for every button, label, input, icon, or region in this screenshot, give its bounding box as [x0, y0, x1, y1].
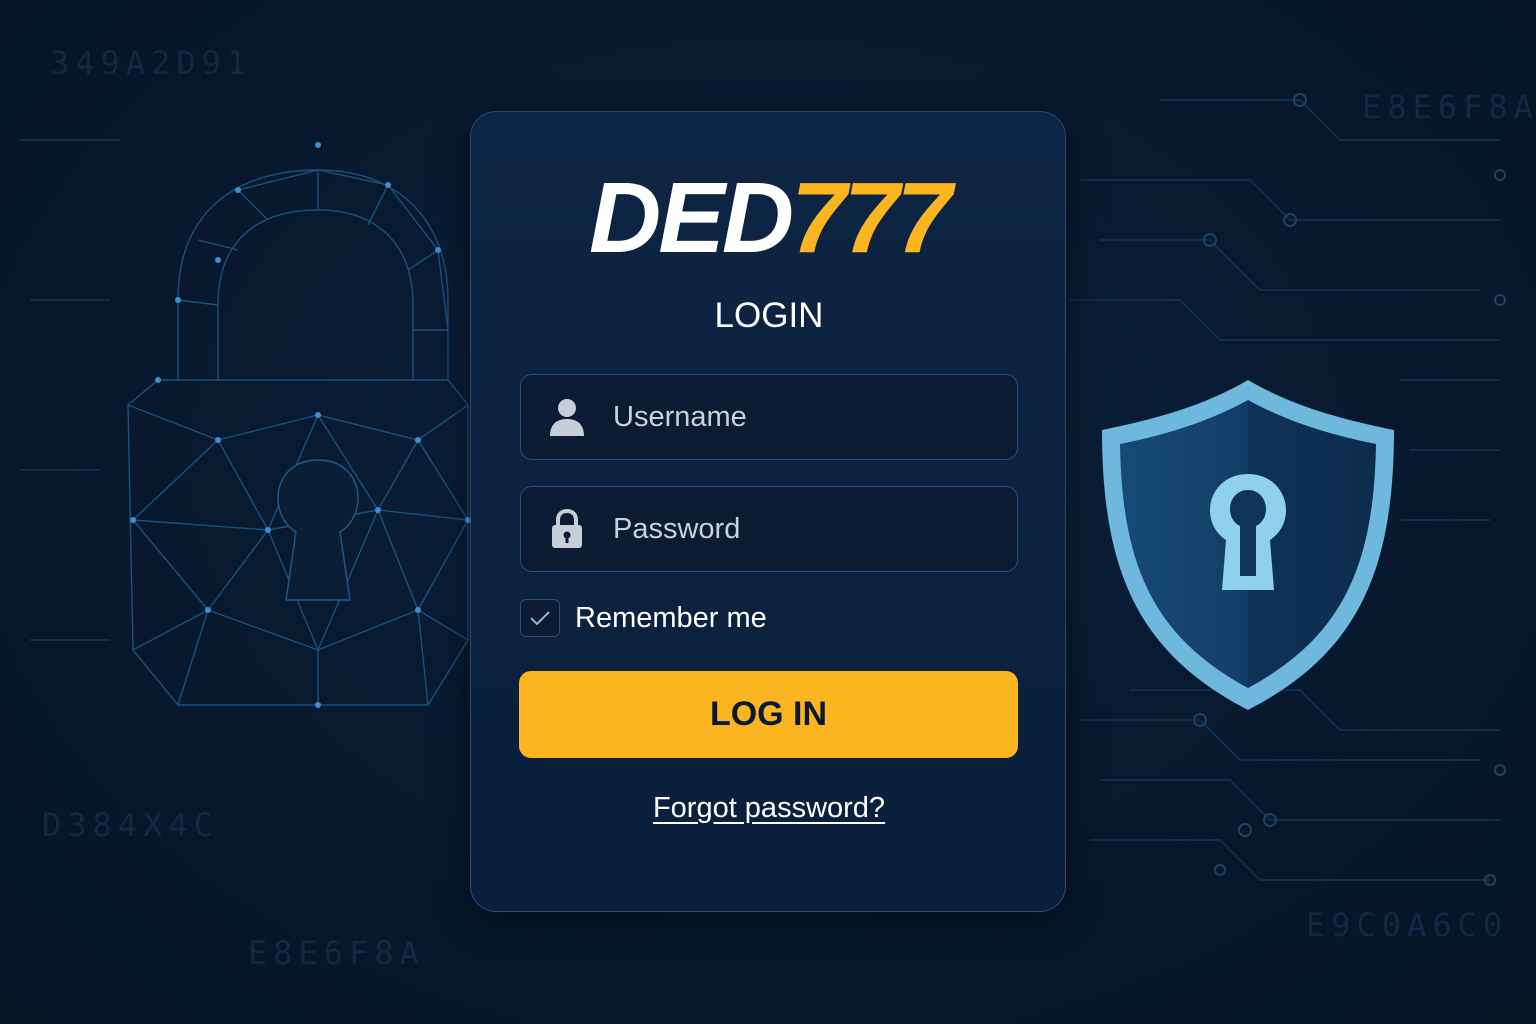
lock-icon — [552, 508, 582, 548]
background-code: E9C0A6C0 — [1306, 906, 1509, 944]
background-code: E8E6F8A — [1362, 88, 1536, 126]
forgot-password-link[interactable]: Forgot password? — [471, 792, 1067, 825]
background-code: 349A2D91 — [50, 44, 253, 82]
logo-text-yellow: 777 — [791, 162, 952, 274]
logo-text-white: DED — [589, 162, 794, 274]
brand-logo: DED777 — [471, 168, 1067, 268]
background-code: D384X4C — [42, 806, 219, 844]
password-input[interactable] — [613, 487, 1003, 571]
remember-me: Remember me — [520, 598, 767, 638]
remember-me-checkbox[interactable] — [520, 599, 560, 637]
user-icon — [550, 399, 584, 436]
login-button[interactable]: LOG IN — [519, 671, 1018, 758]
remember-me-label: Remember me — [575, 601, 767, 634]
username-field[interactable] — [520, 374, 1018, 460]
background-code: E8E6F8A — [248, 934, 425, 972]
check-icon — [530, 611, 550, 626]
login-card: DED777 LOGIN Remember me LOG IN Forgot p… — [470, 111, 1066, 912]
login-title: LOGIN — [714, 296, 824, 335]
username-input[interactable] — [613, 375, 1003, 459]
shield-keyhole-icon — [1102, 380, 1394, 710]
padlock-icon — [127, 142, 471, 708]
password-field[interactable] — [520, 486, 1018, 572]
